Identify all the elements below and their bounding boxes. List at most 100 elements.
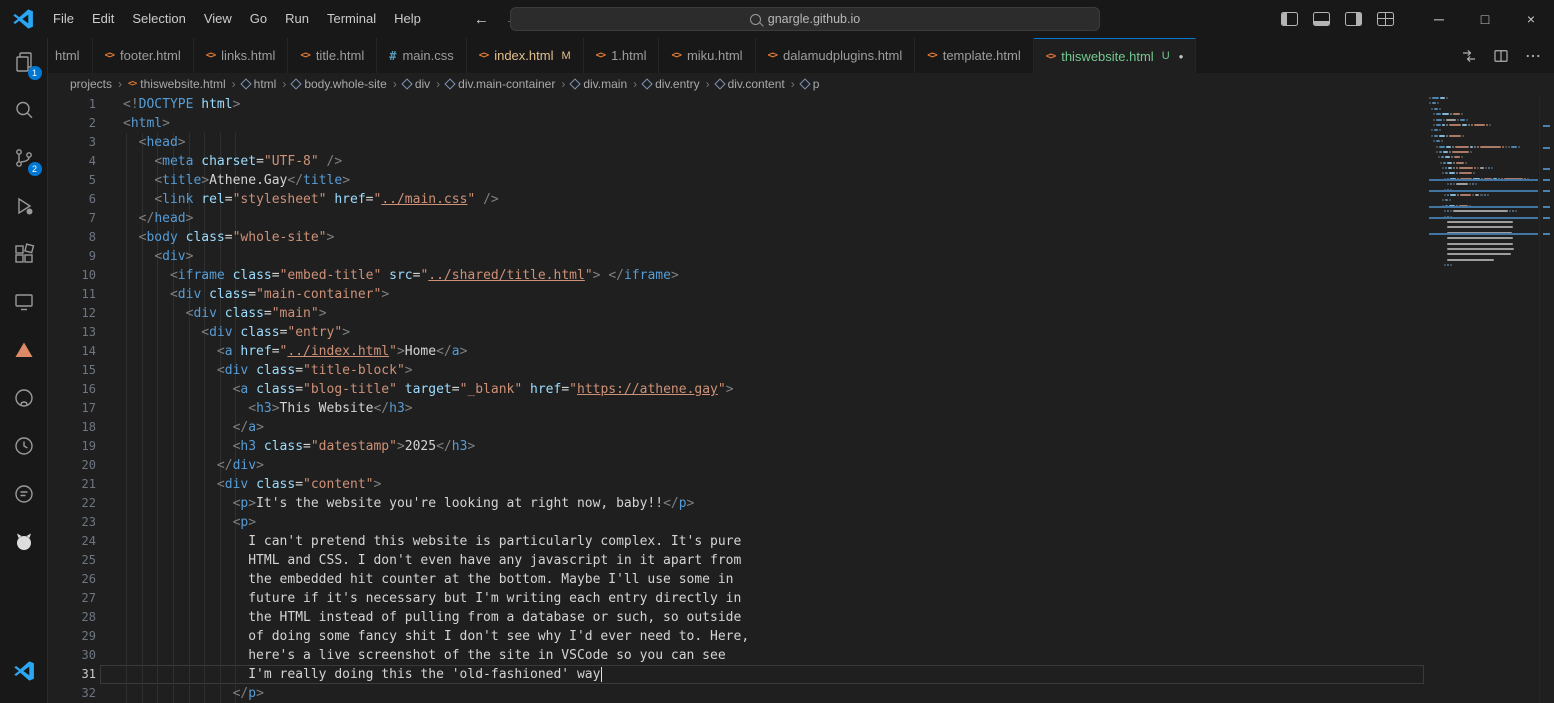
code-line-17[interactable]: <h3>This Website</h3> xyxy=(123,399,1425,418)
menu-help[interactable]: Help xyxy=(385,0,430,38)
code-line-14[interactable]: <a href="../index.html">Home</a> xyxy=(123,342,1425,361)
code-line-32[interactable]: </p> xyxy=(123,684,1425,703)
breadcrumb-item-div[interactable]: div xyxy=(403,77,430,91)
code-line-8[interactable]: <body class="whole-site"> xyxy=(123,228,1425,247)
tab-thiswebsite-html[interactable]: <>thiswebsite.htmlU● xyxy=(1034,38,1197,73)
menu-edit[interactable]: Edit xyxy=(83,0,123,38)
toggle-primary-sidebar-icon[interactable] xyxy=(1281,12,1298,26)
code-line-22[interactable]: <p>It's the website you're looking at ri… xyxy=(123,494,1425,513)
menu-file[interactable]: File xyxy=(44,0,83,38)
extension-circle-icon[interactable] xyxy=(0,470,48,518)
code-line-25[interactable]: HTML and CSS. I don't even have any java… xyxy=(123,551,1425,570)
title-bar: FileEditSelectionViewGoRunTerminalHelp ←… xyxy=(0,0,1554,38)
extension-triangle-icon[interactable] xyxy=(0,326,48,374)
code-line-27[interactable]: future if it's necessary but I'm writing… xyxy=(123,589,1425,608)
minimap[interactable] xyxy=(1425,95,1540,703)
tab-index-html[interactable]: <>index.htmlM xyxy=(467,38,584,73)
close-button[interactable]: × xyxy=(1508,0,1554,38)
code-line-20[interactable]: </div> xyxy=(123,456,1425,475)
breadcrumb-item-projects[interactable]: projects xyxy=(70,77,112,91)
tab-main-css[interactable]: #main.css xyxy=(377,38,467,73)
nav-back-icon[interactable]: ← xyxy=(474,11,489,28)
breadcrumb-item-div-main-container[interactable]: div.main-container xyxy=(446,77,555,91)
code-line-12[interactable]: <div class="main"> xyxy=(123,304,1425,323)
breadcrumb-item-div-entry[interactable]: div.entry xyxy=(643,77,699,91)
toggle-secondary-sidebar-icon[interactable] xyxy=(1345,12,1362,26)
run-debug-icon[interactable] xyxy=(0,182,48,230)
history-icon[interactable] xyxy=(0,422,48,470)
command-center-search[interactable]: gnargle.github.io xyxy=(510,7,1100,31)
unsaved-dot-icon[interactable]: ● xyxy=(1179,52,1184,61)
breadcrumb-item-body-whole-site[interactable]: body.whole-site xyxy=(292,77,387,91)
code-line-15[interactable]: <div class="title-block"> xyxy=(123,361,1425,380)
code-line-21[interactable]: <div class="content"> xyxy=(123,475,1425,494)
code-line-24[interactable]: I can't pretend this website is particul… xyxy=(123,532,1425,551)
tab-footer-html[interactable]: <>footer.html xyxy=(93,38,194,73)
git-status-M: M xyxy=(561,50,570,62)
tab-template-html[interactable]: <>template.html xyxy=(915,38,1034,73)
tab-1-html[interactable]: <>1.html xyxy=(584,38,660,73)
menu-go[interactable]: Go xyxy=(241,0,276,38)
code-line-7[interactable]: </head> xyxy=(123,209,1425,228)
code-line-1[interactable]: <!DOCTYPE html> xyxy=(123,95,1425,114)
code-line-26[interactable]: the embedded hit counter at the bottom. … xyxy=(123,570,1425,589)
line-number: 27 xyxy=(48,589,96,608)
code-line-2[interactable]: <html> xyxy=(123,114,1425,133)
breadcrumb-item-div-main[interactable]: div.main xyxy=(571,77,627,91)
minimap-content xyxy=(1429,97,1538,270)
editor[interactable]: 1234567891011121314151617181920212223242… xyxy=(48,95,1554,703)
code-line-5[interactable]: <title>Athene.Gay</title> xyxy=(123,171,1425,190)
code-line-30[interactable]: here's a live screenshot of the site in … xyxy=(123,646,1425,665)
split-editor-icon[interactable] xyxy=(1490,45,1512,67)
breadcrumb-item-html[interactable]: html xyxy=(242,77,277,91)
breadcrumb-item-thiswebsite-html[interactable]: <>thiswebsite.html xyxy=(128,77,226,91)
code-line-9[interactable]: <div> xyxy=(123,247,1425,266)
remote-explorer-icon[interactable] xyxy=(0,278,48,326)
more-actions-icon[interactable] xyxy=(1522,45,1544,67)
breadcrumb-item-p[interactable]: p xyxy=(801,77,820,91)
open-changes-icon[interactable] xyxy=(1458,45,1480,67)
ruler-mark xyxy=(1543,206,1550,208)
tab-title-html[interactable]: <>title.html xyxy=(288,38,377,73)
minimize-button[interactable]: ─ xyxy=(1416,0,1462,38)
code-line-23[interactable]: <p> xyxy=(123,513,1425,532)
vscode-logo-bottom-icon[interactable] xyxy=(0,647,48,695)
code-line-3[interactable]: <head> xyxy=(123,133,1425,152)
breadcrumb-item-div-content[interactable]: div.content xyxy=(716,77,785,91)
code-line-28[interactable]: the HTML instead of pulling from a datab… xyxy=(123,608,1425,627)
menu-run[interactable]: Run xyxy=(276,0,318,38)
code-line-16[interactable]: <a class="blog-title" target="_blank" hr… xyxy=(123,380,1425,399)
code-line-6[interactable]: <link rel="stylesheet" href="../main.css… xyxy=(123,190,1425,209)
ruler-mark xyxy=(1543,179,1550,181)
code-line-29[interactable]: of doing some fancy shit I don't see why… xyxy=(123,627,1425,646)
tab-miku-html[interactable]: <>miku.html xyxy=(659,38,755,73)
tab-dalamudplugins-html[interactable]: <>dalamudplugins.html xyxy=(756,38,916,73)
ruler-mark xyxy=(1543,190,1550,192)
maximize-button[interactable]: □ xyxy=(1462,0,1508,38)
symbol-icon xyxy=(291,78,302,89)
code-line-18[interactable]: </a> xyxy=(123,418,1425,437)
tab-links-html[interactable]: <>links.html xyxy=(194,38,289,73)
customize-layout-icon[interactable] xyxy=(1377,12,1394,26)
layout-controls xyxy=(1281,12,1394,26)
code-line-4[interactable]: <meta charset="UTF-8" /> xyxy=(123,152,1425,171)
extensions-icon[interactable] xyxy=(0,230,48,278)
code-line-31[interactable]: I'm really doing this the 'old-fashioned… xyxy=(123,665,1425,684)
toggle-panel-icon[interactable] xyxy=(1313,12,1330,26)
code-line-19[interactable]: <h3 class="datestamp">2025</h3> xyxy=(123,437,1425,456)
line-number: 16 xyxy=(48,380,96,399)
code-line-11[interactable]: <div class="main-container"> xyxy=(123,285,1425,304)
code-line-10[interactable]: <iframe class="embed-title" src="../shar… xyxy=(123,266,1425,285)
menu-selection[interactable]: Selection xyxy=(123,0,194,38)
tab-html[interactable]: html xyxy=(48,38,93,73)
code-line-13[interactable]: <div class="entry"> xyxy=(123,323,1425,342)
github-icon[interactable] xyxy=(0,374,48,422)
search-icon[interactable] xyxy=(0,86,48,134)
pets-icon[interactable] xyxy=(0,518,48,566)
line-number: 5 xyxy=(48,171,96,190)
menu-terminal[interactable]: Terminal xyxy=(318,0,385,38)
menu-view[interactable]: View xyxy=(195,0,241,38)
explorer-icon[interactable]: 1 xyxy=(0,38,48,86)
overview-ruler[interactable] xyxy=(1539,95,1554,703)
source-control-icon[interactable]: 2 xyxy=(0,134,48,182)
